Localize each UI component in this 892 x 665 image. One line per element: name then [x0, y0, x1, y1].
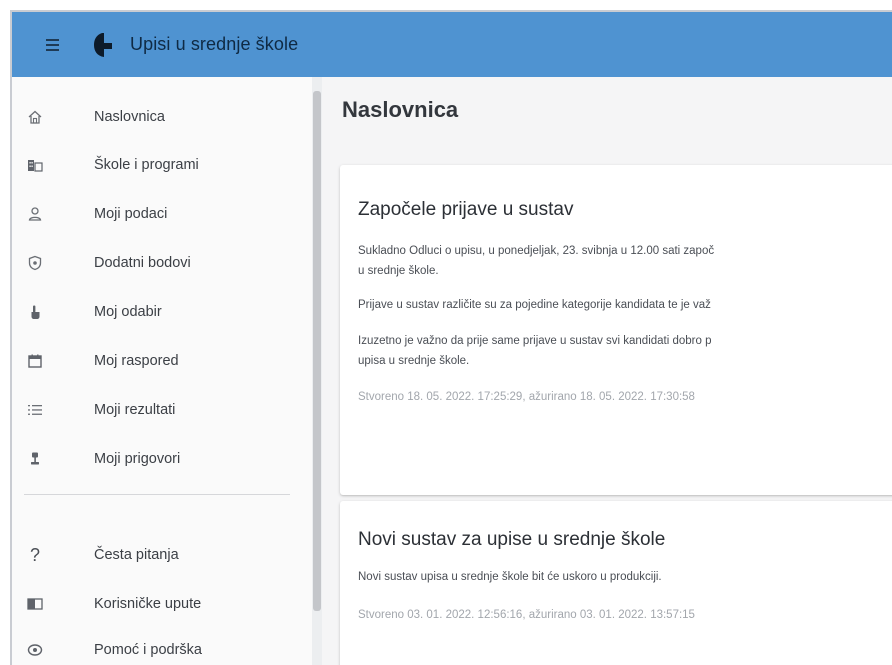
news-paragraph: Novi sustav upisa u srednje škole bit će…: [358, 571, 662, 583]
sidebar-item-naslovnica[interactable]: Naslovnica: [12, 97, 304, 137]
sidebar-item-korisnicke-upute[interactable]: Korisničke upute: [12, 584, 304, 624]
sidebar-item-label: Pomoć i podrška: [94, 642, 202, 658]
app-header: Upisi u srednje škole: [12, 12, 892, 77]
person-icon: [24, 203, 46, 225]
hand-point-icon: [24, 301, 46, 323]
page-title: Naslovnica: [342, 97, 459, 122]
book-icon: [24, 593, 46, 615]
sidebar-item-dodatni-bodovi[interactable]: Dodatni bodovi: [12, 243, 304, 283]
sidebar-scrollbar[interactable]: [312, 77, 322, 665]
gavel-icon: [24, 448, 46, 470]
main-content: Naslovnica Započele prijave u sustav Suk…: [322, 77, 892, 665]
support-icon: [24, 639, 46, 661]
news-paragraph: Izuzetno je važno da prije same prijave …: [358, 335, 712, 347]
sidebar-item-moji-prigovori[interactable]: Moji prigovori: [12, 439, 304, 479]
sidebar-item-label: Dodatni bodovi: [94, 255, 191, 271]
sidebar-item-label: Moj odabir: [94, 304, 162, 320]
news-paragraph: u srednje škole.: [358, 265, 439, 277]
news-paragraph: Sukladno Odluci o upisu, u ponedjeljak, …: [358, 245, 715, 257]
sidebar-item-skole-i-programi[interactable]: Škole i programi: [12, 145, 304, 185]
sidebar-item-pomoc-i-podrska[interactable]: Pomoć i podrška: [12, 630, 304, 665]
news-timestamp: Stvoreno 18. 05. 2022. 17:25:29, ažurira…: [358, 391, 695, 403]
sidebar-divider: [24, 494, 290, 495]
sidebar-item-label: Moji rezultati: [94, 402, 176, 418]
sidebar-item-label: Moji prigovori: [94, 451, 181, 467]
sidebar-item-cesta-pitanja[interactable]: ? Česta pitanja: [12, 535, 304, 575]
shield-icon: [24, 252, 46, 274]
sidebar-item-moj-raspored[interactable]: Moj raspored: [12, 341, 304, 381]
news-card: Započele prijave u sustav Sukladno Odluc…: [340, 165, 892, 495]
news-title: Novi sustav za upise u srednje škole: [358, 529, 666, 550]
sidebar-item-moji-rezultati[interactable]: Moji rezultati: [12, 390, 304, 430]
news-paragraph: Prijave u sustav različite su za pojedin…: [358, 299, 711, 311]
sidebar-item-label: Korisničke upute: [94, 596, 202, 612]
app-window: Upisi u srednje škole Naslovnica Škole i…: [10, 10, 892, 665]
sidebar-item-label: Škole i programi: [94, 157, 199, 173]
sidebar-item-label: Moj raspored: [94, 353, 179, 369]
sidebar-item-moji-podaci[interactable]: Moji podaci: [12, 194, 304, 234]
news-title: Započele prijave u sustav: [358, 199, 574, 220]
sidebar-item-label: Naslovnica: [94, 109, 165, 125]
sidebar: Naslovnica Škole i programi Moji podaci …: [12, 77, 312, 665]
question-icon: ?: [29, 544, 40, 565]
sidebar-item-moj-odabir[interactable]: Moj odabir: [12, 292, 304, 332]
news-card: Novi sustav za upise u srednje škole Nov…: [340, 501, 892, 665]
news-timestamp: Stvoreno 03. 01. 2022. 12:56:16, ažurira…: [358, 609, 695, 621]
scrollbar-thumb[interactable]: [313, 91, 321, 611]
list-icon: [24, 399, 46, 421]
news-paragraph: upisa u srednje škole.: [358, 355, 470, 367]
school-icon: [24, 154, 46, 176]
sidebar-item-label: Česta pitanja: [94, 547, 179, 563]
logo[interactable]: [92, 31, 116, 59]
sidebar-item-label: Moji podaci: [94, 206, 168, 222]
home-icon: [24, 106, 46, 128]
menu-icon[interactable]: [46, 34, 74, 56]
calendar-icon: [24, 350, 46, 372]
app-title[interactable]: Upisi u srednje škole: [130, 34, 298, 55]
